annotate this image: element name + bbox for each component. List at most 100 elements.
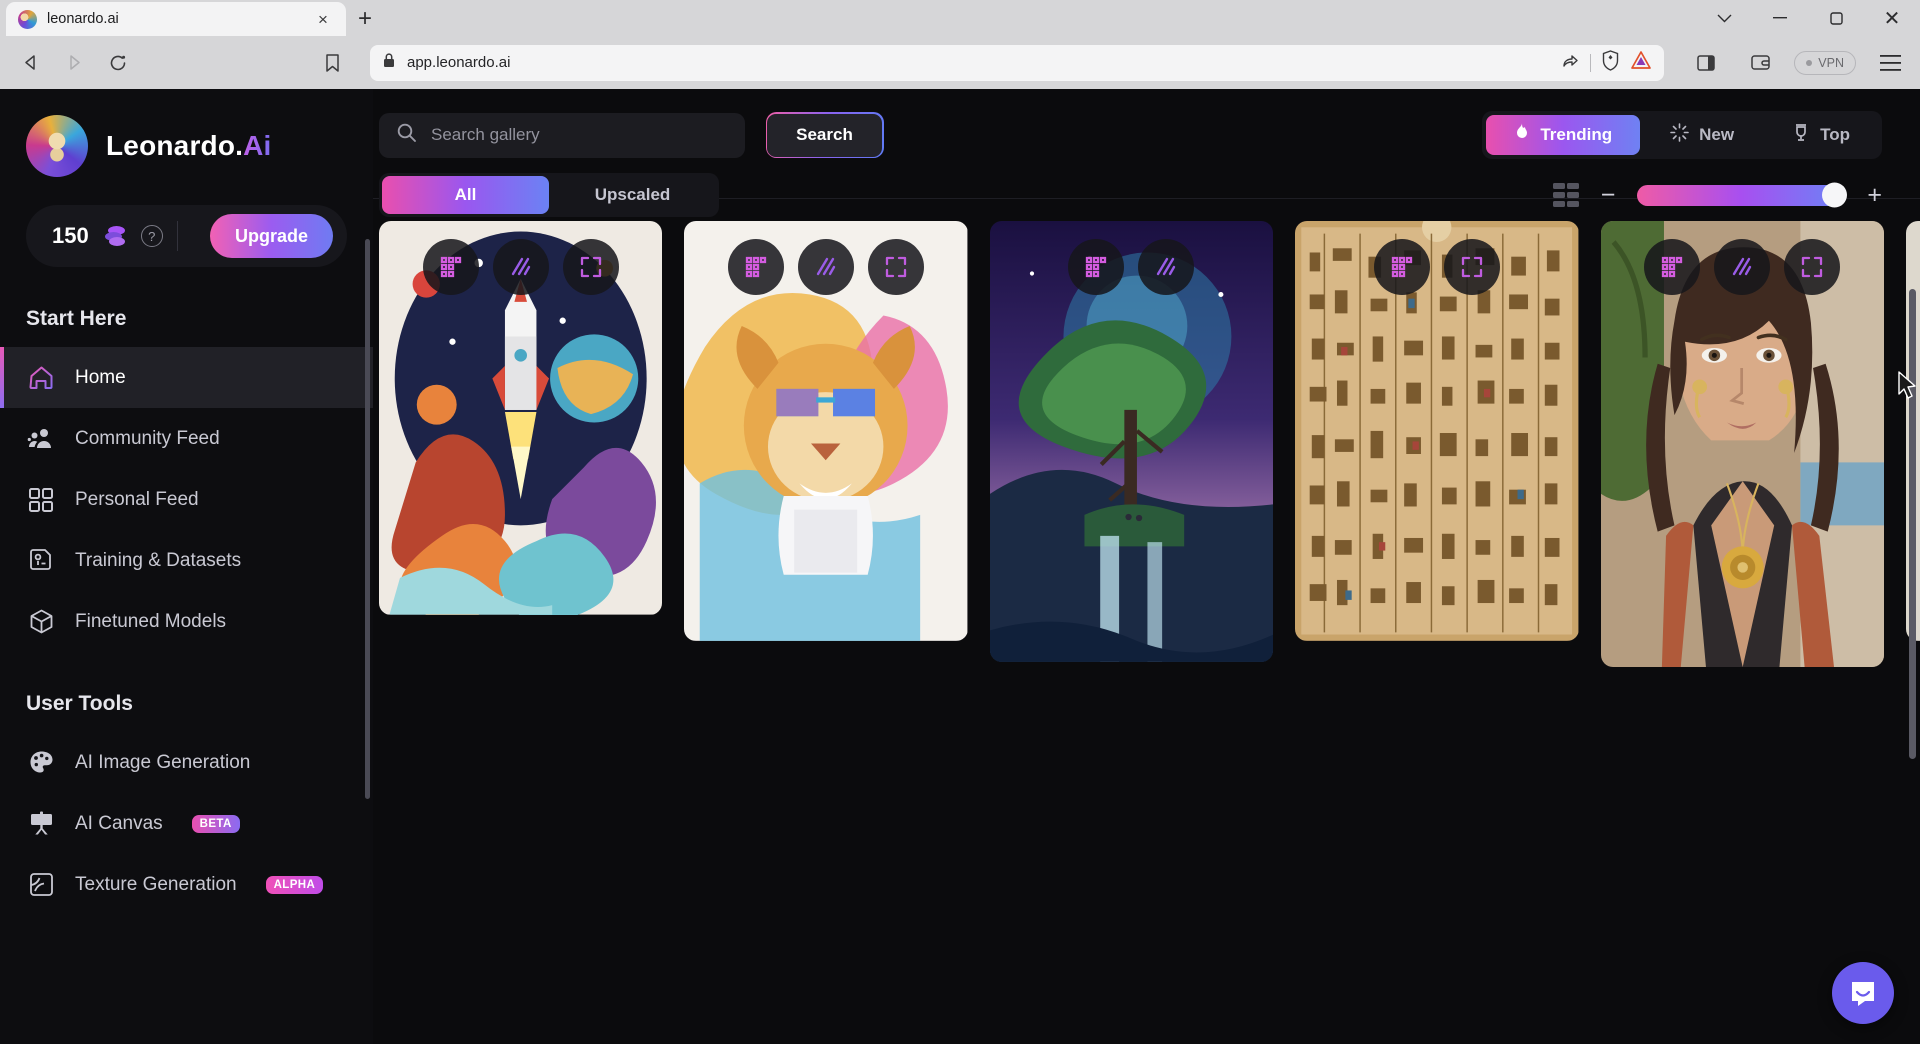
url-bar[interactable]: app.leonardo.ai [370,44,1665,81]
remix-icon[interactable] [1373,239,1430,295]
home-icon [26,363,56,393]
cube-icon [26,607,56,637]
close-icon[interactable]: × [312,8,334,30]
zoom-out-button[interactable]: − [1601,182,1616,208]
mouse-pointer-icon [1898,371,1916,399]
browser-right-icons: VPN [1668,43,1910,83]
share-icon[interactable] [1561,51,1580,75]
sidebar-item-label: Texture Generation [75,873,237,895]
sidebar-toggle-icon[interactable] [1686,43,1726,83]
sort-tab-label: Trending [1540,125,1613,144]
url-actions [1561,49,1652,76]
upgrade-button[interactable]: Upgrade [209,214,333,258]
brand-suffix: Ai [243,130,272,161]
sidebar-item-label: Home [75,366,126,388]
sidebar-scrollbar[interactable] [365,239,370,799]
wallet-icon[interactable] [1740,43,1780,83]
training-chip-icon [26,546,56,576]
filter-tab-upscaled[interactable]: Upscaled [549,176,716,214]
sidebar-item-label: Finetuned Models [75,610,227,632]
bookmark-icon[interactable] [312,43,352,83]
search-area: Search [379,112,884,158]
search-input[interactable] [431,125,728,145]
remix-icon[interactable] [728,239,785,295]
search-button[interactable]: Search [765,112,884,158]
brave-shield-icon[interactable] [1601,49,1620,76]
reload-icon[interactable] [98,43,138,83]
divider [176,221,178,251]
sort-tab-label: New [1699,125,1735,144]
gallery-card[interactable] [684,221,968,641]
sidebar-item-finetuned-models[interactable]: Finetuned Models [0,591,373,652]
card-action-overlay [1906,239,1920,295]
sidebar-item-home[interactable]: Home [0,347,373,408]
sort-tab-new[interactable]: New [1642,115,1762,155]
vpn-status-dot [1806,59,1813,66]
toolbar-bottom-row: All Upscaled − + [379,173,1882,217]
forward-arrow-icon[interactable] [54,43,94,83]
expand-icon[interactable] [1784,239,1841,295]
upscale-icon[interactable] [1138,239,1195,295]
remix-icon[interactable] [1068,239,1125,295]
intercom-chat-icon[interactable] [1832,962,1894,1024]
sidebar-item-personal-feed[interactable]: Personal Feed [0,469,373,530]
lock-icon [382,52,396,73]
chevron-down-icon[interactable] [1696,0,1752,36]
filter-tabs: All Upscaled [379,173,719,217]
gallery-card[interactable] [989,221,1274,662]
tab-strip: leonardo.ai × + ✕ [0,0,1920,36]
filter-tab-all[interactable]: All [382,176,549,214]
sidebar-section-start-here: Start Here [26,307,127,330]
sidebar-item-label: Personal Feed [75,488,199,510]
browser-tab[interactable]: leonardo.ai × [6,2,346,36]
divider [1590,53,1592,72]
close-icon[interactable]: ✕ [1864,0,1920,36]
vpn-button[interactable]: VPN [1794,50,1856,75]
easel-icon [26,809,56,839]
vpn-label: VPN [1818,55,1844,70]
expand-icon[interactable] [1443,239,1500,295]
sidebar-item-training-datasets[interactable]: Training & Datasets [0,530,373,591]
remix-icon[interactable] [422,239,479,295]
upscale-icon[interactable] [492,239,549,295]
gallery-scrollbar[interactable] [1909,289,1916,759]
remix-icon[interactable] [1644,239,1701,295]
palette-icon [26,748,56,778]
gallery-card[interactable] [379,221,663,615]
grid-layout-icon[interactable] [1552,183,1579,207]
back-arrow-icon[interactable] [10,43,50,83]
sort-tab-top[interactable]: Top [1764,115,1878,155]
zoom-controls: − + [1552,182,1882,208]
zoom-slider[interactable] [1637,182,1848,208]
upscale-icon[interactable] [798,239,855,295]
card-action-overlay [990,239,1273,295]
card-action-overlay [1295,239,1578,295]
community-icon [26,424,56,454]
maximize-icon[interactable] [1808,0,1864,36]
zoom-slider-handle[interactable] [1822,182,1848,208]
sidebar-item-ai-canvas[interactable]: AI Canvas BETA [0,793,373,854]
sidebar-item-community-feed[interactable]: Community Feed [0,408,373,469]
sort-tab-trending[interactable]: Trending [1486,115,1641,155]
brand[interactable]: Leonardo.Ai [0,115,373,177]
status-badge: BETA [191,814,240,833]
expand-icon[interactable] [562,239,619,295]
sparkle-icon [1670,123,1689,147]
brave-rewards-icon[interactable] [1630,50,1652,75]
coins-icon [103,225,127,247]
leonardo-logo-icon [26,115,88,177]
search-box[interactable] [379,112,745,158]
upscale-icon[interactable] [1714,239,1771,295]
card-action-overlay [1601,239,1884,295]
hamburger-menu-icon[interactable] [1870,43,1910,83]
gallery-card[interactable] [1600,221,1884,668]
toolbar-top-row: Search Trending New [379,111,1882,159]
expand-icon[interactable] [868,239,925,295]
zoom-in-button[interactable]: + [1867,182,1882,208]
help-circle-icon[interactable]: ? [140,225,163,247]
sidebar-item-ai-image-generation[interactable]: AI Image Generation [0,732,373,793]
minimize-icon[interactable] [1752,0,1808,36]
gallery-card[interactable] [1295,221,1579,641]
new-tab-button[interactable]: + [346,2,384,36]
sidebar-item-texture-generation[interactable]: Texture Generation ALPHA [0,854,373,915]
